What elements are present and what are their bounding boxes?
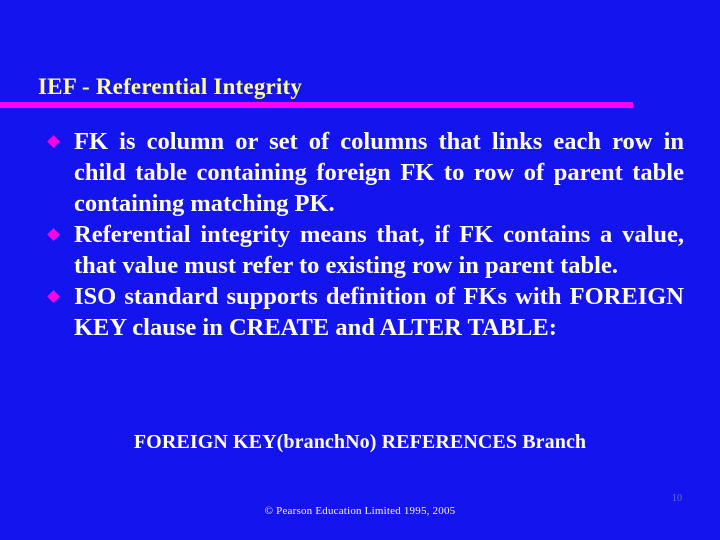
bullet-text: Referential integrity means that, if FK … xyxy=(74,221,684,279)
bullet-text: FK is column or set of columns that link… xyxy=(74,128,684,217)
diamond-bullet-icon xyxy=(47,290,60,303)
slide-canvas: IEF - Referential Integrity FK is column… xyxy=(0,0,720,540)
list-item: ISO standard supports definition of FKs … xyxy=(44,281,684,343)
page-title: IEF - Referential Integrity xyxy=(38,74,303,99)
bullet-list: FK is column or set of columns that link… xyxy=(44,126,684,343)
diamond-bullet-icon xyxy=(47,228,60,241)
diamond-bullet-icon xyxy=(47,135,60,148)
list-item: Referential integrity means that, if FK … xyxy=(44,219,684,281)
title-divider xyxy=(0,102,633,108)
copyright-notice: © Pearson Education Limited 1995, 2005 xyxy=(264,505,456,517)
bullet-text: ISO standard supports definition of FKs … xyxy=(74,283,684,341)
list-item: FK is column or set of columns that link… xyxy=(44,126,684,219)
sql-example-text: FOREIGN KEY(branchNo) REFERENCES Branch xyxy=(133,431,587,453)
slide-number: 10 xyxy=(672,493,682,504)
